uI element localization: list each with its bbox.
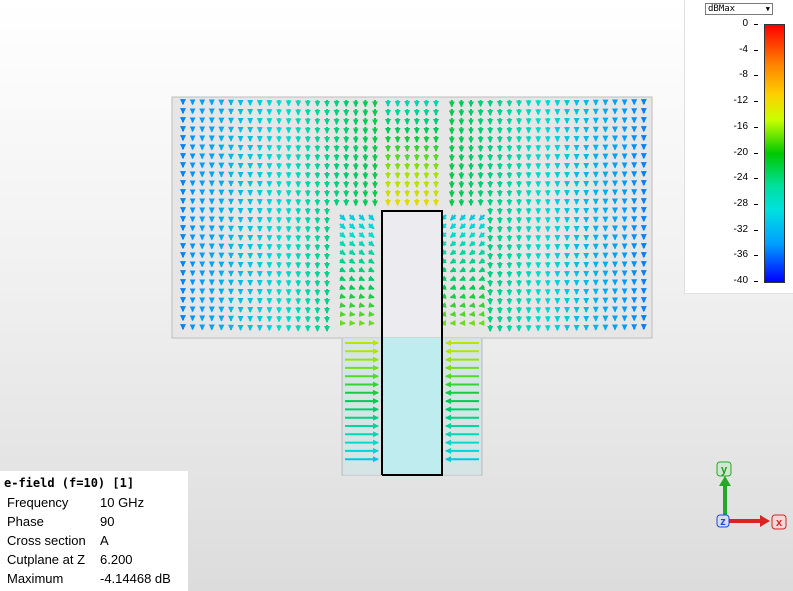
maximum-value: -4.14468 dB (100, 571, 171, 586)
legend-tick-label: -8 (739, 69, 748, 81)
field-arrow (449, 293, 457, 299)
field-arrow (368, 302, 375, 308)
legend-tick-mark (754, 24, 758, 25)
legend-tick-mark (754, 101, 758, 103)
scale-dropdown[interactable]: dBMax ▼ (705, 3, 773, 15)
field-arrow (358, 311, 366, 317)
cutplane-value: 6.200 (100, 552, 133, 567)
legend-tick-label: -28 (733, 197, 748, 209)
dielectric-fill (382, 338, 442, 475)
field-arrow (339, 293, 346, 299)
maximum-label: Maximum (7, 571, 64, 586)
legend-tick-mark (754, 281, 758, 282)
field-arrow (468, 302, 476, 308)
legend-tick-mark (754, 178, 758, 180)
field-arrow (459, 293, 466, 299)
field-arrow (339, 311, 346, 317)
cross-section-value: A (100, 533, 109, 548)
field-arrow (348, 293, 356, 299)
field-arrow (478, 302, 485, 308)
legend-tick-label: -40 (733, 275, 748, 286)
result-title: e-field (f=10) [1] (4, 476, 135, 490)
field-arrow (468, 311, 476, 317)
field-arrow (478, 293, 486, 299)
field-arrow (449, 302, 457, 308)
chevron-down-icon: ▼ (765, 5, 770, 13)
field-arrow (349, 302, 356, 308)
field-arrow (358, 302, 366, 308)
legend-tick-label: 0 (742, 18, 748, 29)
legend-tick-mark (754, 255, 758, 257)
axes-gizmo[interactable]: y z x (700, 455, 793, 535)
field-arrow (368, 293, 375, 299)
legend-tick-label: -36 (733, 249, 748, 261)
legend-tick-mark (754, 203, 758, 205)
legend-tick-label: -32 (733, 223, 748, 235)
legend-tick-mark (754, 75, 758, 77)
legend-tick-label: -24 (733, 172, 748, 184)
x-axis-label: x (776, 517, 783, 529)
field-arrow (459, 311, 466, 317)
field-arrow (449, 311, 456, 317)
legend-tick-label: -16 (733, 120, 748, 132)
cross-section-label: Cross section (7, 533, 86, 548)
legend-tick-mark (754, 49, 758, 51)
legend-tick-label: -20 (733, 146, 748, 158)
z-axis-label: z (720, 516, 726, 528)
legend-tick-mark (754, 229, 758, 231)
legend-tick-label: -4 (739, 43, 748, 55)
colorbar (764, 24, 785, 283)
field-arrow (339, 302, 346, 308)
field-arrow (368, 311, 375, 317)
field-arrow (459, 302, 466, 308)
legend-tick-mark (754, 152, 758, 154)
field-arrow (358, 293, 366, 299)
field-arrow (468, 293, 476, 299)
phase-value: 90 (100, 514, 115, 529)
legend-tick-label: -12 (733, 95, 748, 107)
phase-label: Phase (7, 514, 44, 529)
frequency-label: Frequency (7, 495, 69, 510)
y-axis-label: y (721, 464, 728, 476)
info-panel: e-field (f=10) [1] Frequency 10 GHz Phas… (0, 471, 188, 591)
field-arrow (478, 311, 485, 317)
scale-dropdown-value: dBMax (708, 4, 736, 14)
frequency-value: 10 GHz (100, 495, 145, 510)
cutplane-label: Cutplane at Z (7, 552, 86, 567)
legend-tick-mark (754, 126, 758, 128)
field-arrow (349, 311, 356, 317)
